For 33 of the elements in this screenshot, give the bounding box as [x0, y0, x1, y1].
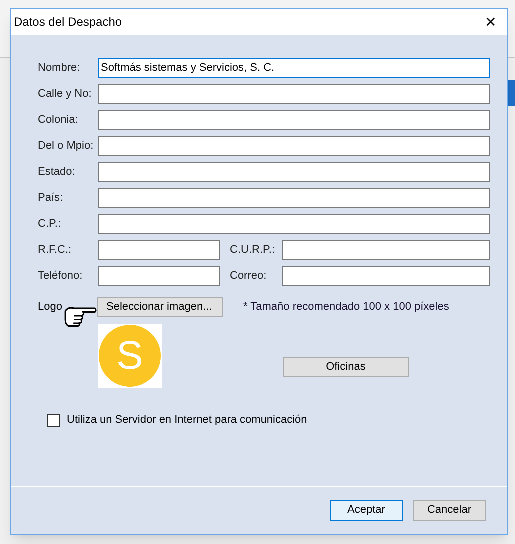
accept-button[interactable]: Aceptar	[330, 500, 403, 521]
input-field[interactable]	[98, 266, 220, 286]
logo-image: S	[98, 324, 162, 388]
field-label: C.P.:	[38, 216, 62, 232]
field-label: Correo:	[230, 268, 268, 284]
input-field[interactable]	[98, 162, 490, 182]
input-field[interactable]	[282, 240, 490, 260]
input-field[interactable]	[98, 136, 490, 156]
field-label: Del o Mpio:	[38, 138, 95, 154]
input-field[interactable]	[98, 110, 490, 130]
field-label: Nombre:	[38, 60, 82, 76]
cancel-button[interactable]: Cancelar	[413, 500, 486, 521]
input-field[interactable]	[98, 188, 490, 208]
field-label: Estado:	[38, 164, 76, 180]
input-field[interactable]: Softmás sistemas y Servicios, S. C.	[98, 58, 490, 78]
field-label: Teléfono:	[38, 268, 84, 284]
checkbox-label: Utiliza un Servidor en Internet para comunicación	[67, 413, 308, 428]
input-field[interactable]	[282, 266, 490, 286]
checkbox[interactable]	[47, 414, 60, 427]
field-label: C.U.R.P.:	[230, 242, 276, 258]
field-label: País:	[38, 190, 64, 206]
note-text: * Tamaño recomendado 100 x 100 píxeles	[243, 300, 450, 315]
field-label: Logo	[38, 300, 62, 315]
input-field[interactable]	[98, 214, 490, 234]
select-image-button[interactable]: Seleccionar imagen...	[97, 297, 224, 317]
offices-button[interactable]: Oficinas	[283, 357, 409, 377]
field-label: R.F.C.:	[38, 242, 73, 258]
field-label: Calle y No:	[38, 86, 93, 102]
window-title: Datos del Despacho	[14, 14, 122, 31]
input-field[interactable]	[98, 84, 490, 104]
field-label: Colonia:	[38, 112, 80, 128]
close-button[interactable]: ✕	[485, 15, 497, 29]
input-field[interactable]	[98, 240, 220, 260]
